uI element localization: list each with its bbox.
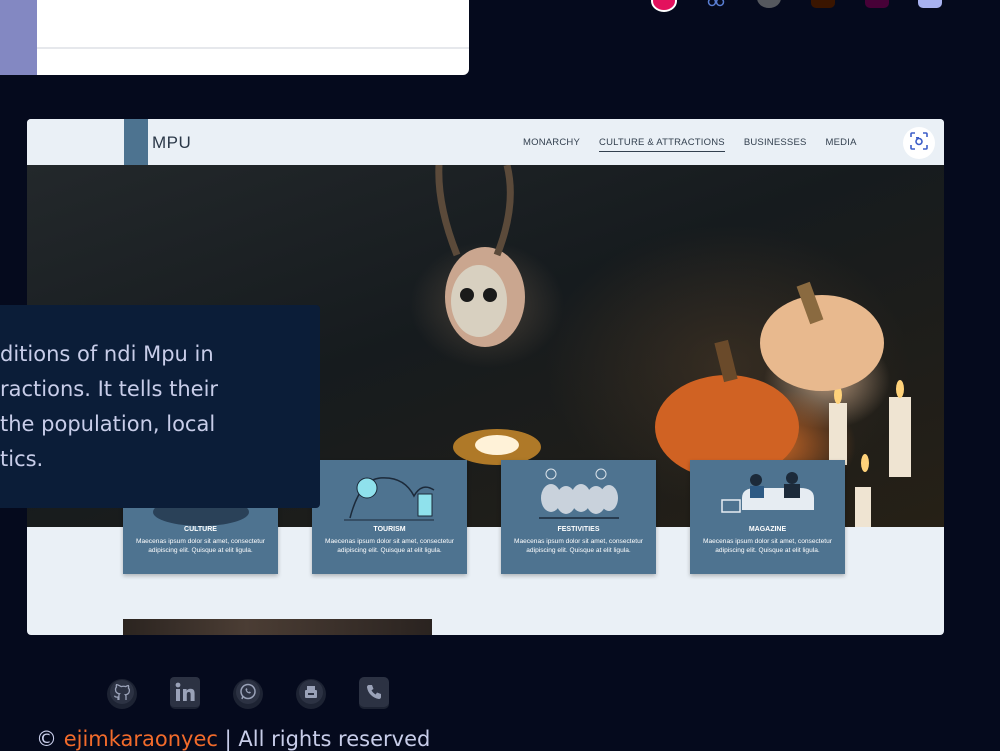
description-line: tics. — [0, 447, 44, 471]
description-panel: ditions of ndi Mpu in ractions. It tells… — [0, 305, 320, 508]
site-logo[interactable]: MPU — [152, 133, 191, 153]
github-link[interactable] — [107, 679, 137, 709]
linkedin-icon — [170, 677, 200, 711]
nav-businesses[interactable]: BUSINESSES — [744, 137, 807, 152]
card-desc: Maecenas ipsum dolor sit amet, consectet… — [513, 538, 643, 554]
description-line: the population, local — [0, 412, 216, 436]
nav-links: MONARCHY CULTURE & ATTRACTIONS BUSINESSE… — [523, 137, 876, 152]
phone-link[interactable] — [359, 677, 389, 711]
description-line: ditions of ndi Mpu in — [0, 342, 214, 366]
description-line: ractions. It tells their — [0, 377, 219, 401]
card-desc: Maecenas ipsum dolor sit amet, consectet… — [324, 538, 454, 554]
footer-brand-link[interactable]: ejimkaraonyec — [64, 727, 218, 751]
nav-culture-attractions[interactable]: CULTURE & ATTRACTIONS — [599, 137, 725, 152]
card-festivities[interactable]: FESTIVITIES Maecenas ipsum dolor sit ame… — [501, 460, 656, 574]
copyright-symbol: © — [36, 727, 57, 751]
tech-icon-lavender — [918, 0, 942, 8]
whatsapp-icon — [235, 679, 261, 709]
tech-icon-pink — [651, 0, 677, 12]
card-divider — [37, 47, 469, 49]
tech-icon-xd — [865, 0, 889, 8]
card-magazine[interactable]: MAGAZINE Maecenas ipsum dolor sit amet, … — [690, 460, 845, 574]
magazine-illustration — [721, 472, 814, 513]
footer-copyright: © ejimkaraonyec | All rights reserved — [36, 727, 430, 751]
scan-button[interactable] — [903, 127, 935, 159]
project-card-partial — [0, 0, 469, 75]
card-title: TOURISM — [373, 526, 406, 533]
phone-icon — [359, 677, 389, 711]
card-title: CULTURE — [184, 526, 217, 533]
card-desc: Maecenas ipsum dolor sit amet, consectet… — [135, 538, 265, 554]
card-tourism[interactable]: TOURISM Maecenas ipsum dolor sit amet, c… — [312, 460, 467, 574]
whatsapp-link[interactable] — [233, 679, 263, 709]
github-icon — [109, 679, 135, 709]
card-accent-bar — [0, 0, 37, 75]
nav-media[interactable]: MEDIA — [826, 137, 857, 152]
card-title: MAGAZINE — [748, 526, 787, 533]
scan-icon — [910, 132, 928, 154]
tech-icon-grey — [757, 0, 781, 8]
footer-rights-text: | All rights reserved — [224, 727, 431, 751]
next-section-thumbnail — [123, 619, 432, 635]
linkedin-link[interactable] — [170, 677, 200, 711]
fax-icon — [298, 679, 324, 709]
festivities-illustration — [539, 468, 619, 519]
fax-link[interactable] — [296, 679, 326, 709]
tech-icon-illustrator — [811, 0, 835, 8]
card-title: FESTIVITIES — [557, 526, 600, 533]
logo-mark — [124, 119, 148, 165]
nav-monarchy[interactable]: MONARCHY — [523, 137, 580, 152]
tech-icon-glasses — [707, 0, 725, 7]
card-desc: Maecenas ipsum dolor sit amet, consectet… — [702, 538, 832, 554]
tourism-illustration — [344, 477, 435, 521]
site-navbar: MPU MONARCHY CULTURE & ATTRACTIONS BUSIN… — [27, 119, 944, 165]
